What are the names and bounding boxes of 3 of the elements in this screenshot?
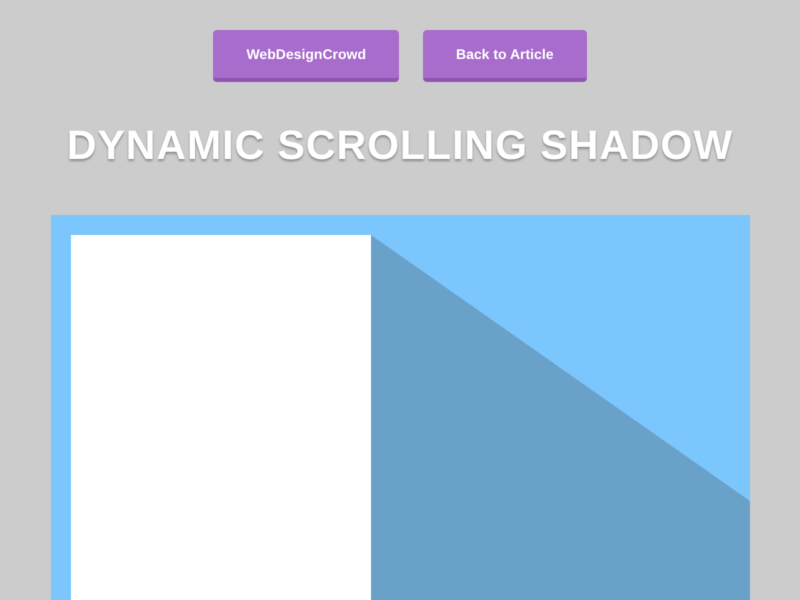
- nav-button[interactable]: Back to Article: [423, 30, 587, 82]
- nav-button[interactable]: WebDesignCrowd: [213, 30, 399, 82]
- page-title: DYNAMIC SCROLLING SHADOW: [66, 121, 734, 170]
